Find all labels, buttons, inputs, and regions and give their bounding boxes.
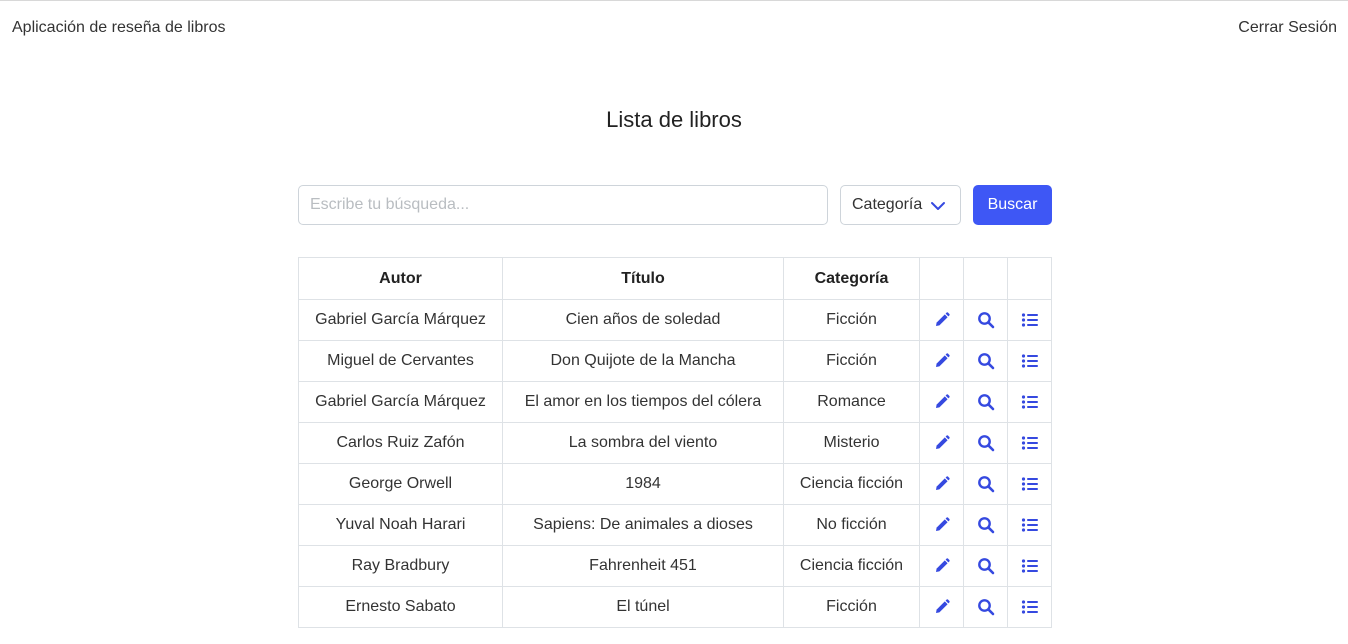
list-icon[interactable] (1021, 557, 1039, 574)
list-icon[interactable] (1021, 434, 1039, 451)
category-select[interactable]: Categoría (840, 185, 961, 225)
edit-button[interactable] (919, 463, 964, 505)
search-button[interactable]: Buscar (973, 185, 1052, 225)
category-select-label: Categoría (852, 196, 923, 213)
reviews-button[interactable] (1007, 299, 1052, 341)
cell-title: El amor en los tiempos del cólera (502, 381, 784, 423)
reviews-button[interactable] (1007, 586, 1052, 628)
column-header-reviews (1007, 257, 1052, 300)
list-icon[interactable] (1021, 516, 1039, 533)
pencil-icon[interactable] (933, 598, 951, 615)
view-button[interactable] (963, 545, 1008, 587)
list-icon[interactable] (1021, 598, 1039, 615)
column-header-author: Autor (298, 257, 503, 300)
table-header-row: Autor Título Categoría (298, 257, 1052, 300)
cell-category: Ficción (783, 586, 920, 628)
search-input[interactable] (298, 185, 828, 225)
table-row: George Orwell 1984 Ciencia ficción (298, 463, 1052, 505)
pencil-icon[interactable] (933, 352, 951, 369)
table-row: Ray Bradbury Fahrenheit 451 Ciencia ficció… (298, 545, 1052, 587)
cell-category: No ficción (783, 504, 920, 546)
books-table: Autor Título Categoría Gabriel García Má… (298, 257, 1052, 628)
app-brand[interactable]: Aplicación de reseña de libros (12, 19, 225, 37)
search-icon[interactable] (977, 393, 995, 411)
reviews-button[interactable] (1007, 381, 1052, 423)
reviews-button[interactable] (1007, 545, 1052, 587)
cell-category: Ficción (783, 340, 920, 382)
view-button[interactable] (963, 381, 1008, 423)
column-header-category: Categoría (783, 257, 920, 300)
list-icon[interactable] (1021, 393, 1039, 410)
cell-author: Carlos Ruiz Zafón (298, 422, 503, 464)
reviews-button[interactable] (1007, 340, 1052, 382)
cell-author: Yuval Noah Harari (298, 504, 503, 546)
search-icon[interactable] (977, 434, 995, 452)
navbar: Aplicación de reseña de libros Cerrar Se… (0, 1, 1348, 57)
cell-title: Cien años de soledad (502, 299, 784, 341)
edit-button[interactable] (919, 586, 964, 628)
logout-link[interactable]: Cerrar Sesión (1238, 19, 1337, 37)
cell-author: Ernesto Sabato (298, 586, 503, 628)
cell-author: George Orwell (298, 463, 503, 505)
cell-category: Ficción (783, 299, 920, 341)
page-title: Lista de libros (606, 107, 742, 132)
view-button[interactable] (963, 422, 1008, 464)
cell-category: Ciencia ficción (783, 463, 920, 505)
cell-author: Ray Bradbury (298, 545, 503, 587)
search-icon[interactable] (977, 352, 995, 370)
cell-title: 1984 (502, 463, 784, 505)
cell-author: Gabriel García Márquez (298, 299, 503, 341)
view-button[interactable] (963, 340, 1008, 382)
cell-category: Ciencia ficción (783, 545, 920, 587)
pencil-icon[interactable] (933, 311, 951, 328)
pencil-icon[interactable] (933, 393, 951, 410)
reviews-button[interactable] (1007, 504, 1052, 546)
search-icon[interactable] (977, 516, 995, 534)
cell-author: Miguel de Cervantes (298, 340, 503, 382)
view-button[interactable] (963, 504, 1008, 546)
chevron-down-icon (931, 202, 945, 210)
column-header-edit (919, 257, 964, 300)
pencil-icon[interactable] (933, 516, 951, 533)
edit-button[interactable] (919, 504, 964, 546)
table-row: Miguel de Cervantes Don Quijote de la Man… (298, 340, 1052, 382)
list-icon[interactable] (1021, 352, 1039, 369)
table-row: Yuval Noah Harari Sapiens: De animales a … (298, 504, 1052, 546)
cell-title: Sapiens: De animales a dioses (502, 504, 784, 546)
view-button[interactable] (963, 586, 1008, 628)
reviews-button[interactable] (1007, 422, 1052, 464)
pencil-icon[interactable] (933, 434, 951, 451)
column-header-title: Título (502, 257, 784, 300)
cell-title: Fahrenheit 451 (502, 545, 784, 587)
cell-author: Gabriel García Márquez (298, 381, 503, 423)
list-icon[interactable] (1021, 311, 1039, 328)
table-row: Gabriel García Márquez El amor en los tie… (298, 381, 1052, 423)
cell-title: La sombra del viento (502, 422, 784, 464)
cell-category: Romance (783, 381, 920, 423)
reviews-button[interactable] (1007, 463, 1052, 505)
search-icon[interactable] (977, 598, 995, 616)
search-icon[interactable] (977, 475, 995, 493)
edit-button[interactable] (919, 422, 964, 464)
edit-button[interactable] (919, 299, 964, 341)
edit-button[interactable] (919, 545, 964, 587)
column-header-view (963, 257, 1008, 300)
table-row: Ernesto Sabato El túnel Ficción (298, 586, 1052, 628)
cell-category: Misterio (783, 422, 920, 464)
view-button[interactable] (963, 299, 1008, 341)
edit-button[interactable] (919, 340, 964, 382)
pencil-icon[interactable] (933, 557, 951, 574)
table-row: Carlos Ruiz Zafón La sombra del viento Mis… (298, 422, 1052, 464)
view-button[interactable] (963, 463, 1008, 505)
search-icon[interactable] (977, 557, 995, 575)
search-icon[interactable] (977, 311, 995, 329)
list-icon[interactable] (1021, 475, 1039, 492)
table-row: Gabriel García Márquez Cien años de soled… (298, 299, 1052, 341)
cell-title: Don Quijote de la Mancha (502, 340, 784, 382)
edit-button[interactable] (919, 381, 964, 423)
pencil-icon[interactable] (933, 475, 951, 492)
cell-title: El túnel (502, 586, 784, 628)
